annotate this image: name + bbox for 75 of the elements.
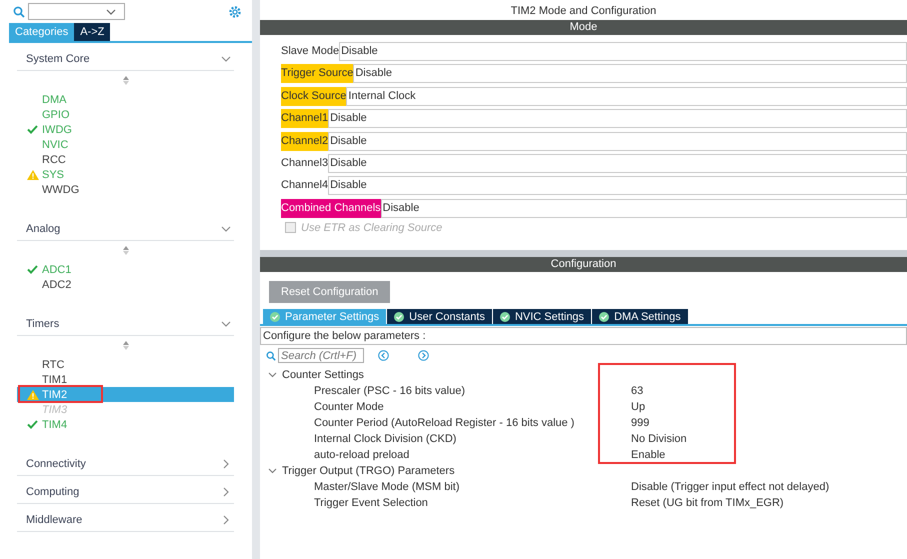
field-label: Trigger Source: [281, 64, 354, 84]
chevron-down-icon: [268, 372, 277, 378]
mode-dropdown[interactable]: Disable: [328, 132, 907, 151]
field-label: Slave Mode: [281, 44, 340, 59]
field-label: Channel3: [281, 156, 328, 171]
chevron-right-icon: [221, 459, 231, 469]
peripheral-item[interactable]: RTC: [17, 357, 234, 372]
peripheral-item[interactable]: ADC2: [17, 277, 234, 292]
parameter-value[interactable]: 999: [631, 417, 650, 429]
hint-text: Configure the below parameters :: [260, 327, 907, 345]
mode-dropdown[interactable]: Disable: [328, 176, 907, 196]
chevron-down-icon: [221, 54, 231, 64]
parameter-value[interactable]: No Division: [631, 433, 687, 445]
parameter-name: Internal Clock Division (CKD): [313, 433, 458, 445]
previous-icon[interactable]: [378, 350, 389, 361]
parameter-name: Counter Mode: [313, 401, 385, 413]
search-combo[interactable]: [28, 3, 125, 20]
peripheral-item[interactable]: WWDG: [17, 182, 234, 197]
chevron-down-icon: [106, 8, 116, 14]
group-header[interactable]: Counter Settings: [260, 367, 907, 383]
field-label: Combined Channels: [281, 198, 381, 218]
field-label: Channel1: [281, 109, 328, 128]
chevron-down-icon: [268, 468, 277, 474]
next-icon[interactable]: [418, 350, 429, 361]
mode-dropdown[interactable]: Disable: [380, 198, 907, 218]
window-title: TIM2 Mode and Configuration: [510, 4, 658, 19]
settings-tab[interactable]: NVIC Settings: [492, 309, 592, 324]
chevron-right-icon: [221, 515, 231, 525]
checkbox-label: Use ETR as Clearing Source: [301, 222, 442, 234]
parameter-value[interactable]: Reset (UG bit from TIMx_EGR): [631, 497, 784, 509]
section-bar: Configuration: [260, 257, 907, 272]
sort-icon[interactable]: [122, 246, 128, 255]
field-label: Channel2: [281, 132, 328, 151]
chevron-down-icon: [221, 319, 231, 329]
category-tab[interactable]: A->Z: [74, 23, 110, 41]
section-header[interactable]: Middleware: [17, 504, 234, 532]
group-header[interactable]: Trigger Output (TRGO) Parameters: [260, 463, 907, 479]
check-circle-icon: [500, 312, 510, 322]
peripheral-item[interactable]: TIM1: [17, 372, 234, 387]
sort-icon[interactable]: [122, 341, 128, 350]
field-label: Clock Source: [281, 86, 346, 106]
settings-tab[interactable]: DMA Settings: [592, 309, 688, 324]
section-header[interactable]: Timers: [17, 308, 234, 336]
section-header[interactable]: System Core: [17, 43, 234, 71]
section-header[interactable]: Computing: [17, 476, 234, 504]
parameter-value[interactable]: 63: [631, 385, 644, 397]
chevron-right-icon: [221, 487, 231, 497]
settings-tab[interactable]: User Constants: [387, 309, 492, 324]
field-label: Channel4: [281, 178, 328, 194]
parameter-value[interactable]: Up: [631, 401, 646, 413]
parameter-name: Trigger Event Selection: [313, 497, 429, 509]
parameter-value[interactable]: Disable (Trigger input effect not delayed): [631, 481, 830, 493]
parameter-name: Master/Slave Mode (MSM bit): [313, 481, 460, 493]
check-circle-icon: [599, 312, 610, 322]
section-bar: Mode: [260, 20, 907, 35]
parameter-name: Prescaler (PSC - 16 bits value): [313, 385, 466, 397]
mode-dropdown[interactable]: Disable: [328, 154, 907, 173]
parameter-name: auto-reload preload: [313, 449, 410, 461]
mode-dropdown[interactable]: Disable: [353, 64, 907, 84]
check-circle-icon: [394, 312, 404, 322]
chevron-down-icon: [221, 224, 231, 234]
settings-icon[interactable]: [228, 4, 242, 18]
search-icon: [266, 350, 276, 360]
peripheral-item[interactable]: RCC: [17, 152, 234, 167]
section-header[interactable]: Analog: [17, 213, 234, 241]
parameter-value[interactable]: Enable: [631, 449, 666, 461]
mode-dropdown[interactable]: Disable: [339, 42, 907, 61]
check-circle-icon: [270, 312, 280, 322]
search-icon: [13, 6, 25, 18]
sort-icon[interactable]: [122, 76, 128, 85]
parameter-name: Counter Period (AutoReload Register - 16 bits value ): [313, 417, 576, 429]
mode-dropdown[interactable]: Internal Clock: [346, 86, 907, 106]
search-field[interactable]: Search (Crtl+F): [278, 348, 364, 363]
section-header[interactable]: Connectivity: [17, 448, 234, 476]
mode-dropdown[interactable]: Disable: [328, 109, 907, 128]
